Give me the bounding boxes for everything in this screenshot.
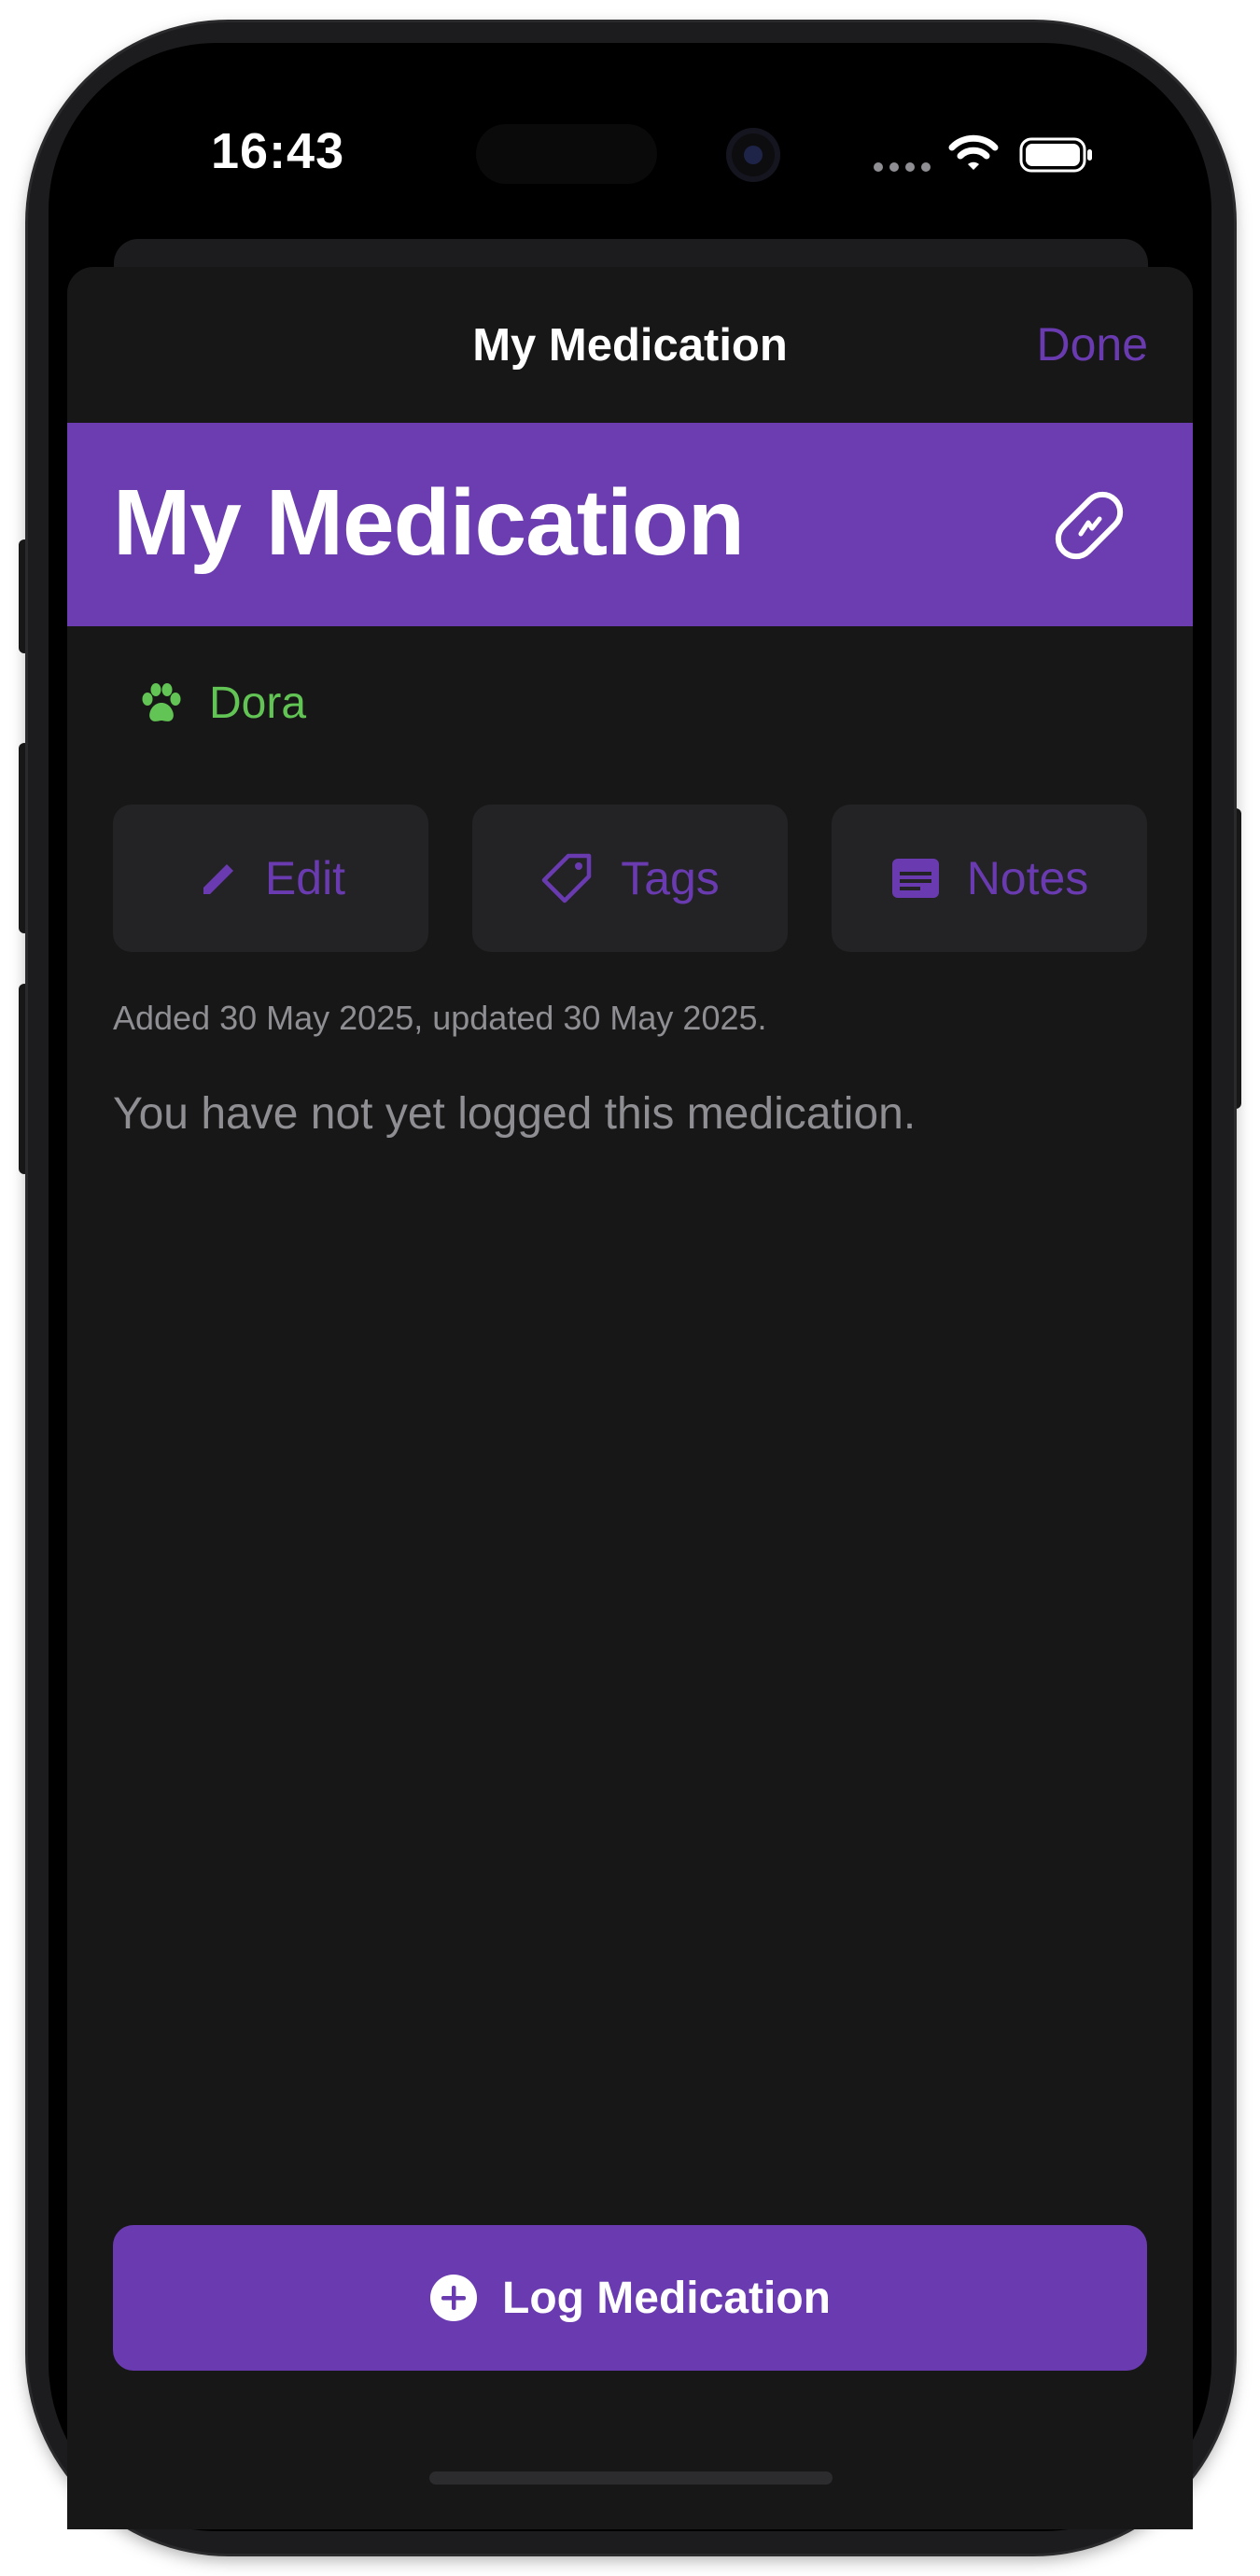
tags-label: Tags (621, 852, 720, 904)
plus-circle-icon (430, 2275, 477, 2321)
home-indicator[interactable] (429, 2471, 833, 2485)
header-band: My Medication (67, 423, 1193, 626)
nav-title: My Medication (472, 320, 788, 371)
log-medication-label: Log Medication (502, 2273, 831, 2323)
medication-sheet: My Medication Done My Medication Dora Ed… (67, 267, 1193, 2529)
edit-button[interactable]: Edit (113, 805, 428, 952)
wifi-icon (948, 134, 999, 170)
notes-label: Notes (966, 852, 1089, 904)
tags-button[interactable]: Tags (472, 805, 788, 952)
status-time: 16:43 (211, 123, 345, 179)
paw-icon (142, 682, 181, 721)
pill-icon (1055, 491, 1124, 560)
note-icon (891, 859, 939, 898)
notes-button[interactable]: Notes (832, 805, 1147, 952)
pet-name: Dora (209, 679, 307, 728)
done-button[interactable]: Done (1036, 317, 1148, 371)
camera-lens (726, 128, 780, 182)
empty-state-text: You have not yet logged this medication. (113, 1089, 917, 1139)
pencil-icon (203, 864, 233, 894)
log-medication-button[interactable]: Log Medication (113, 2225, 1147, 2371)
edit-label: Edit (264, 852, 346, 904)
dynamic-island (476, 124, 657, 184)
battery-icon (1019, 137, 1092, 173)
pet-link[interactable]: Dora (138, 678, 306, 729)
date-info: Added 30 May 2025, updated 30 May 2025. (113, 999, 767, 1037)
page-title: My Medication (113, 470, 745, 575)
tag-icon (541, 853, 592, 903)
signal-dots-icon (874, 162, 931, 172)
